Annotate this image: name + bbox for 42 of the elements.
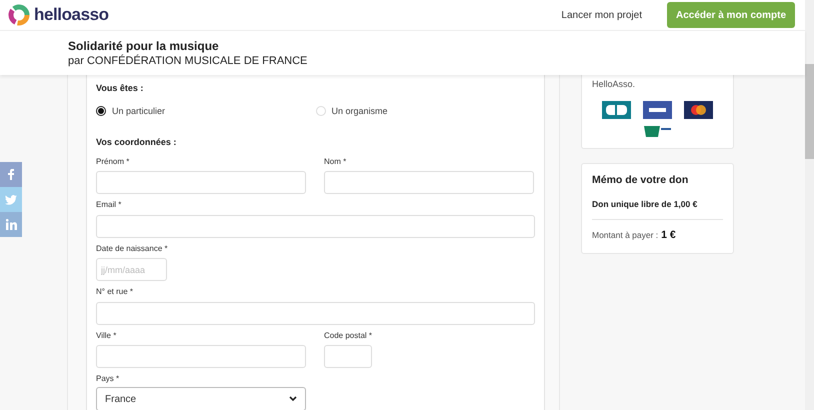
field-label: Ville * [96, 330, 118, 340]
radio-button[interactable] [96, 106, 106, 116]
field-label: Pays * [96, 374, 120, 384]
input-field[interactable] [96, 345, 306, 368]
payment-card-icon [602, 100, 631, 118]
linkedin-share-button[interactable] [0, 212, 22, 237]
input-field[interactable] [96, 214, 535, 238]
memo-title: Mémo de votre don [592, 172, 690, 188]
input-field[interactable] [324, 171, 534, 194]
total-label: Montant à payer : [592, 229, 658, 242]
input-field[interactable] [324, 345, 372, 368]
bird-icon [5, 194, 17, 204]
field-label: Code postal * [324, 330, 372, 340]
facebook-icon [8, 169, 14, 180]
organizer-name: par CONFÉDÉRATION MUSICALE DE FRANCE [68, 54, 308, 69]
payment-card-icon [684, 100, 713, 118]
radio-label: Un organisme [332, 104, 388, 118]
radio-label: Un particulier [112, 104, 166, 118]
field-label: Nom * [324, 156, 348, 166]
linkedin-icon [6, 219, 16, 230]
date-field[interactable]: jj/mm/aaaa [96, 258, 167, 281]
total-amount: 1 € [661, 228, 676, 243]
brand-name: helloasso [34, 4, 109, 26]
memo-item: Don unique libre de 1,00 € [592, 198, 698, 211]
section-heading: Vous êtes : [96, 82, 144, 95]
security-text: HelloAsso. [592, 78, 636, 91]
field-label: Date de naissance * [96, 244, 168, 254]
field-label: N° et rue * [96, 287, 134, 297]
chevron-down-icon [289, 396, 297, 402]
section-heading: Vos coordonnées : [96, 136, 178, 149]
field-label: Prénom * [96, 156, 130, 166]
input-field[interactable] [96, 171, 306, 194]
logo-icon [7, 3, 31, 27]
field-label: Email * [96, 200, 122, 210]
country-select[interactable]: France [96, 387, 306, 410]
payment-card-icon [643, 100, 672, 118]
twitter-share-button[interactable] [0, 187, 22, 212]
scrollbar[interactable] [805, 0, 814, 410]
input-field[interactable] [96, 302, 535, 324]
launch-project-link[interactable]: Lancer mon projet [561, 8, 642, 22]
facebook-share-button[interactable] [0, 162, 22, 187]
campaign-title: Solidarité pour la musique [68, 38, 220, 54]
